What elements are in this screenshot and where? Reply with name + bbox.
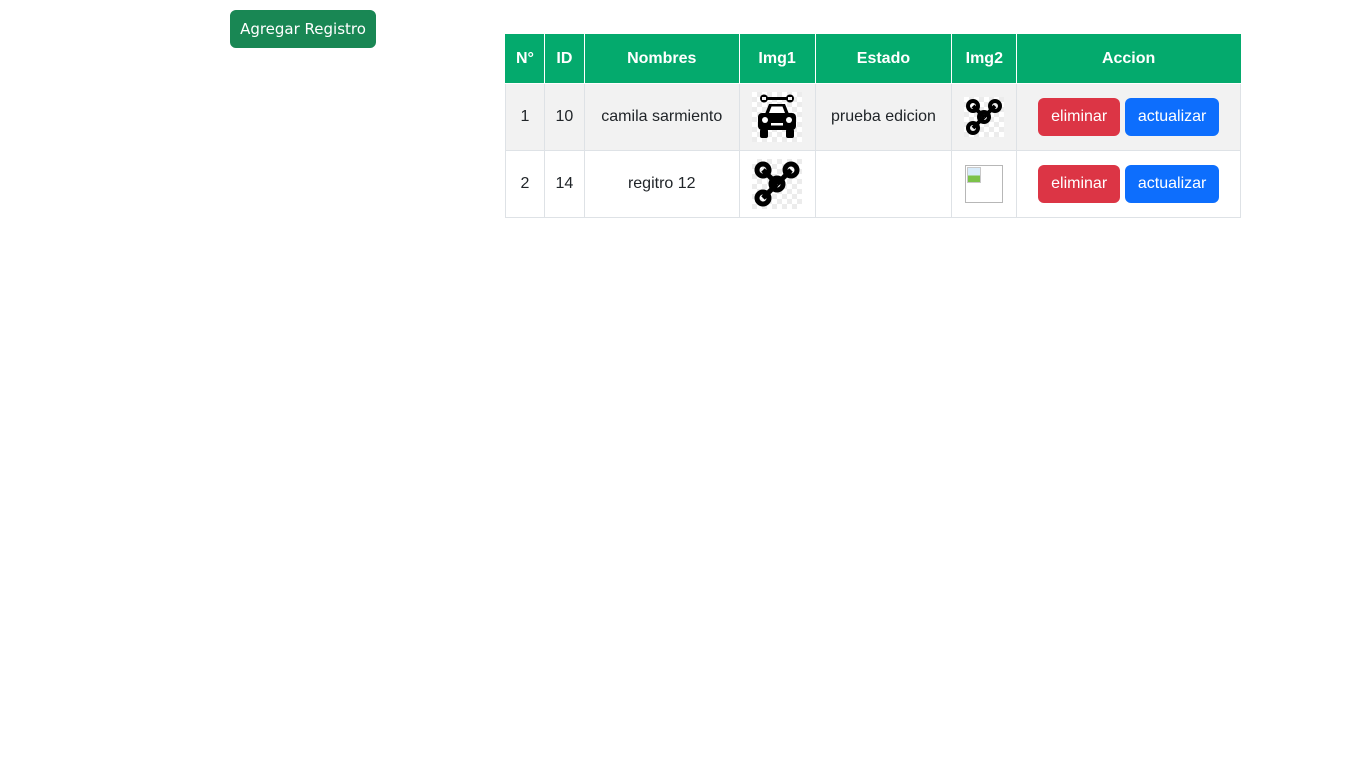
header-nombres: Nombres	[583, 34, 740, 84]
cell-img2	[951, 83, 1018, 151]
cell-num: 1	[505, 83, 545, 151]
cell-nombres: regitro 12	[583, 150, 740, 218]
cell-img2	[951, 150, 1018, 218]
delete-button[interactable]: eliminar	[1038, 165, 1121, 203]
hub-icon	[964, 97, 1005, 137]
cell-id: 14	[543, 150, 585, 218]
header-estado: Estado	[814, 34, 953, 84]
header-img2: Img2	[951, 34, 1018, 84]
header-accion: Accion	[1016, 34, 1241, 84]
cell-accion: eliminar actualizar	[1016, 150, 1241, 218]
delete-button[interactable]: eliminar	[1038, 98, 1121, 136]
header-num: N°	[505, 34, 545, 84]
update-button[interactable]: actualizar	[1125, 165, 1220, 203]
header-img1: Img1	[738, 34, 816, 84]
broken-image-icon	[965, 165, 1004, 203]
table-header-row: N° ID Nombres Img1 Estado Img2 Accion	[505, 34, 1241, 84]
cell-estado: prueba edicion	[814, 83, 953, 151]
header-id: ID	[543, 34, 585, 84]
add-record-button[interactable]: Agregar Registro	[230, 10, 376, 48]
car-repair-icon	[752, 92, 803, 142]
cell-img1	[738, 150, 816, 218]
update-button[interactable]: actualizar	[1125, 98, 1220, 136]
cell-img1	[738, 83, 816, 151]
cell-num: 2	[505, 150, 545, 218]
records-table: N° ID Nombres Img1 Estado Img2 Accion 1 …	[505, 34, 1241, 218]
table-row: 2 14 regitro 12 eliminar actualizar	[505, 150, 1241, 218]
cell-nombres: camila sarmiento	[583, 83, 740, 151]
cell-accion: eliminar actualizar	[1016, 83, 1241, 151]
cell-estado	[814, 150, 953, 218]
cell-id: 10	[543, 83, 585, 151]
hub-icon	[752, 159, 803, 209]
table-row: 1 10 camila sarmiento prueba edicion eli…	[505, 83, 1241, 151]
